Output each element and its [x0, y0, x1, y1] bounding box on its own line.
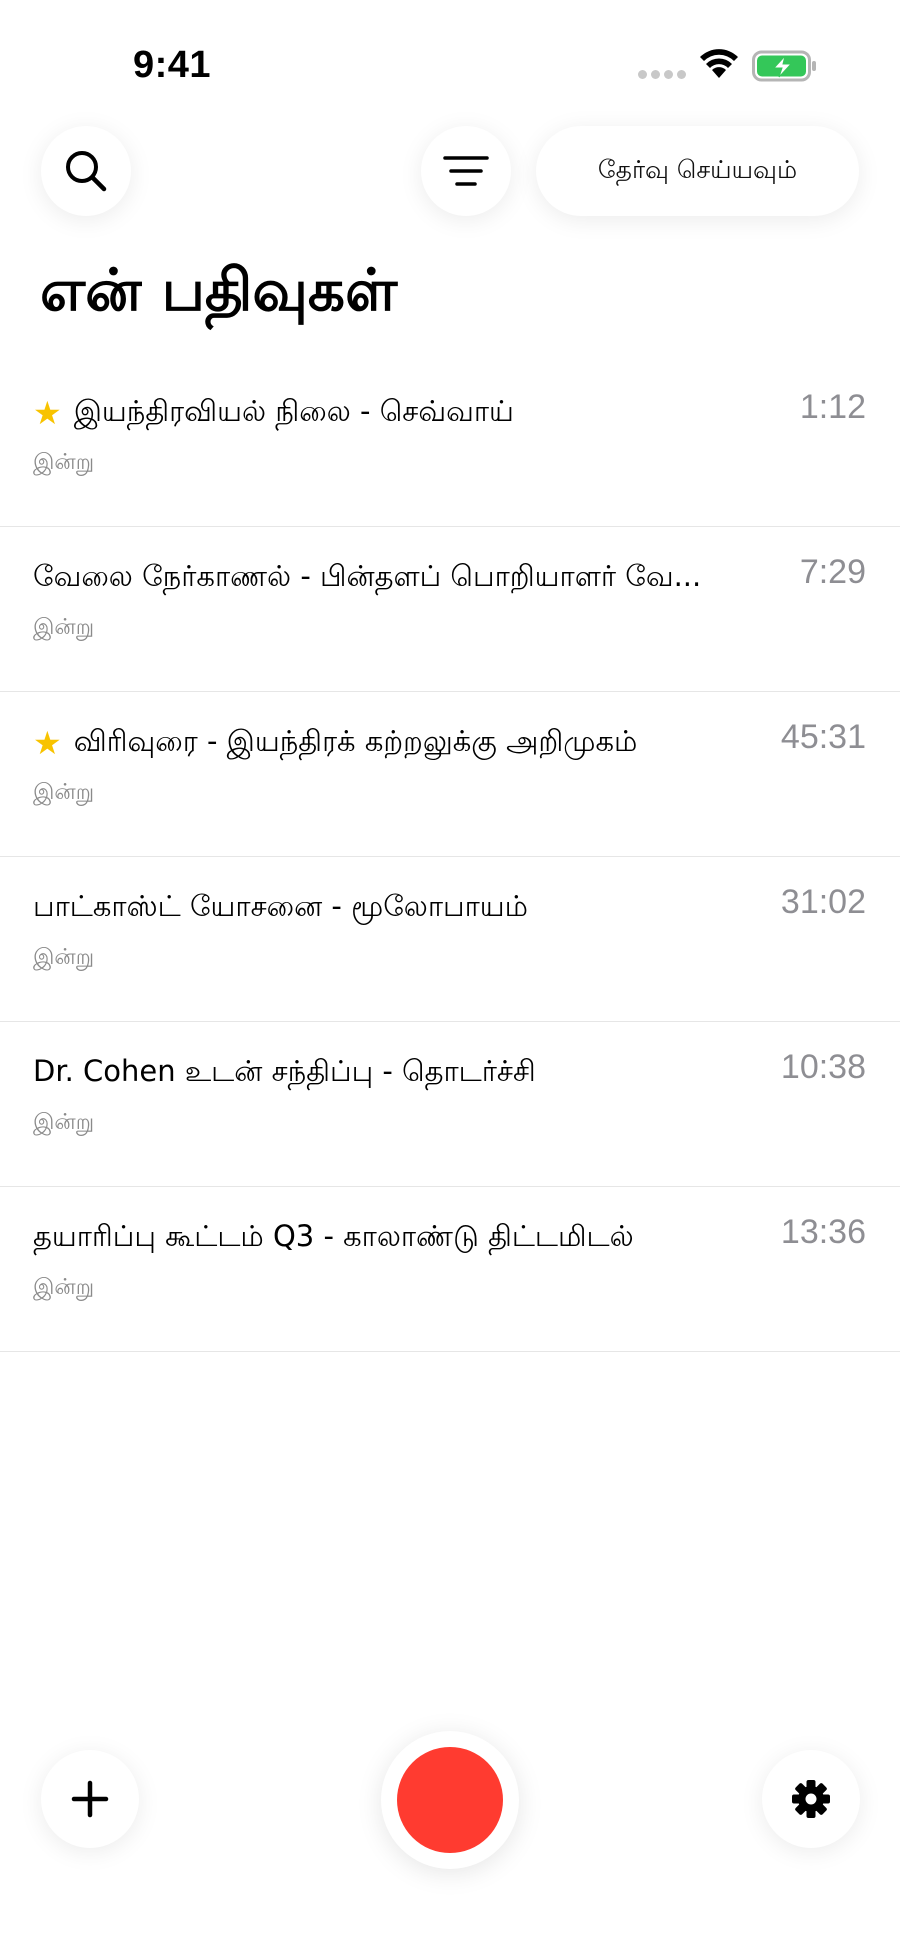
recording-duration: 10:38 [780, 1048, 866, 1086]
recordings-list: ★ இயந்திரவியல் நிலை - செவ்வாய் இன்று 1:1… [0, 362, 900, 1352]
battery-charging-icon [752, 50, 816, 82]
recording-row[interactable]: தயாரிப்பு கூட்டம் Q3 - காலாண்டு திட்டமிட… [0, 1187, 900, 1352]
search-button[interactable] [41, 126, 131, 216]
settings-button[interactable] [762, 1750, 860, 1848]
recording-row[interactable]: பாட்காஸ்ட் யோசனை - மூலோபாயம் இன்று 31:02 [0, 857, 900, 1022]
recording-title: விரிவுரை - இயந்திரக் கற்றலுக்கு அறிமுகம் [73, 724, 638, 758]
recording-title: இயந்திரவியல் நிலை - செவ்வாய் [73, 394, 514, 428]
recording-title: Dr. Cohen உடன் சந்திப்பு - தொடர்ச்சி [33, 1054, 536, 1088]
gear-icon [792, 1780, 830, 1818]
recording-title: வேலை நேர்காணல் - பின்தளப் பொறியாளர் வே..… [33, 559, 702, 593]
recording-date: இன்று [33, 1275, 95, 1300]
recording-date: இன்று [33, 945, 95, 970]
recording-duration: 1:12 [799, 388, 866, 426]
recording-duration: 45:31 [780, 718, 866, 756]
star-icon: ★ [33, 394, 62, 432]
plus-icon [71, 1780, 109, 1818]
recording-duration: 31:02 [780, 883, 866, 921]
select-button[interactable]: தேர்வு செய்யவும் [536, 126, 859, 216]
wifi-icon [700, 49, 738, 78]
recording-row[interactable]: வேலை நேர்காணல் - பின்தளப் பொறியாளர் வே..… [0, 527, 900, 692]
status-bar: 9:41 [0, 0, 900, 110]
search-icon [66, 151, 107, 192]
add-button[interactable] [41, 1750, 139, 1848]
page-title: என் பதிவுகள் [40, 256, 398, 324]
recording-title: தயாரிப்பு கூட்டம் Q3 - காலாண்டு திட்டமிட… [33, 1219, 634, 1253]
filter-icon [443, 156, 489, 186]
recording-row[interactable]: Dr. Cohen உடன் சந்திப்பு - தொடர்ச்சி இன்… [0, 1022, 900, 1187]
status-time: 9:41 [133, 44, 212, 86]
filter-button[interactable] [421, 126, 511, 216]
record-button[interactable] [381, 1731, 519, 1869]
recording-duration: 7:29 [799, 553, 866, 591]
recording-duration: 13:36 [780, 1213, 866, 1251]
recording-date: இன்று [33, 450, 95, 475]
recording-row[interactable]: ★ விரிவுரை - இயந்திரக் கற்றலுக்கு அறிமுக… [0, 692, 900, 857]
recording-date: இன்று [33, 615, 95, 640]
record-icon [397, 1747, 503, 1853]
recording-date: இன்று [33, 1110, 95, 1135]
recording-date: இன்று [33, 780, 95, 805]
star-icon: ★ [33, 724, 62, 762]
recording-row[interactable]: ★ இயந்திரவியல் நிலை - செவ்வாய் இன்று 1:1… [0, 362, 900, 527]
cellular-signal-icon [638, 70, 686, 80]
recording-title: பாட்காஸ்ட் யோசனை - மூலோபாயம் [33, 889, 528, 923]
